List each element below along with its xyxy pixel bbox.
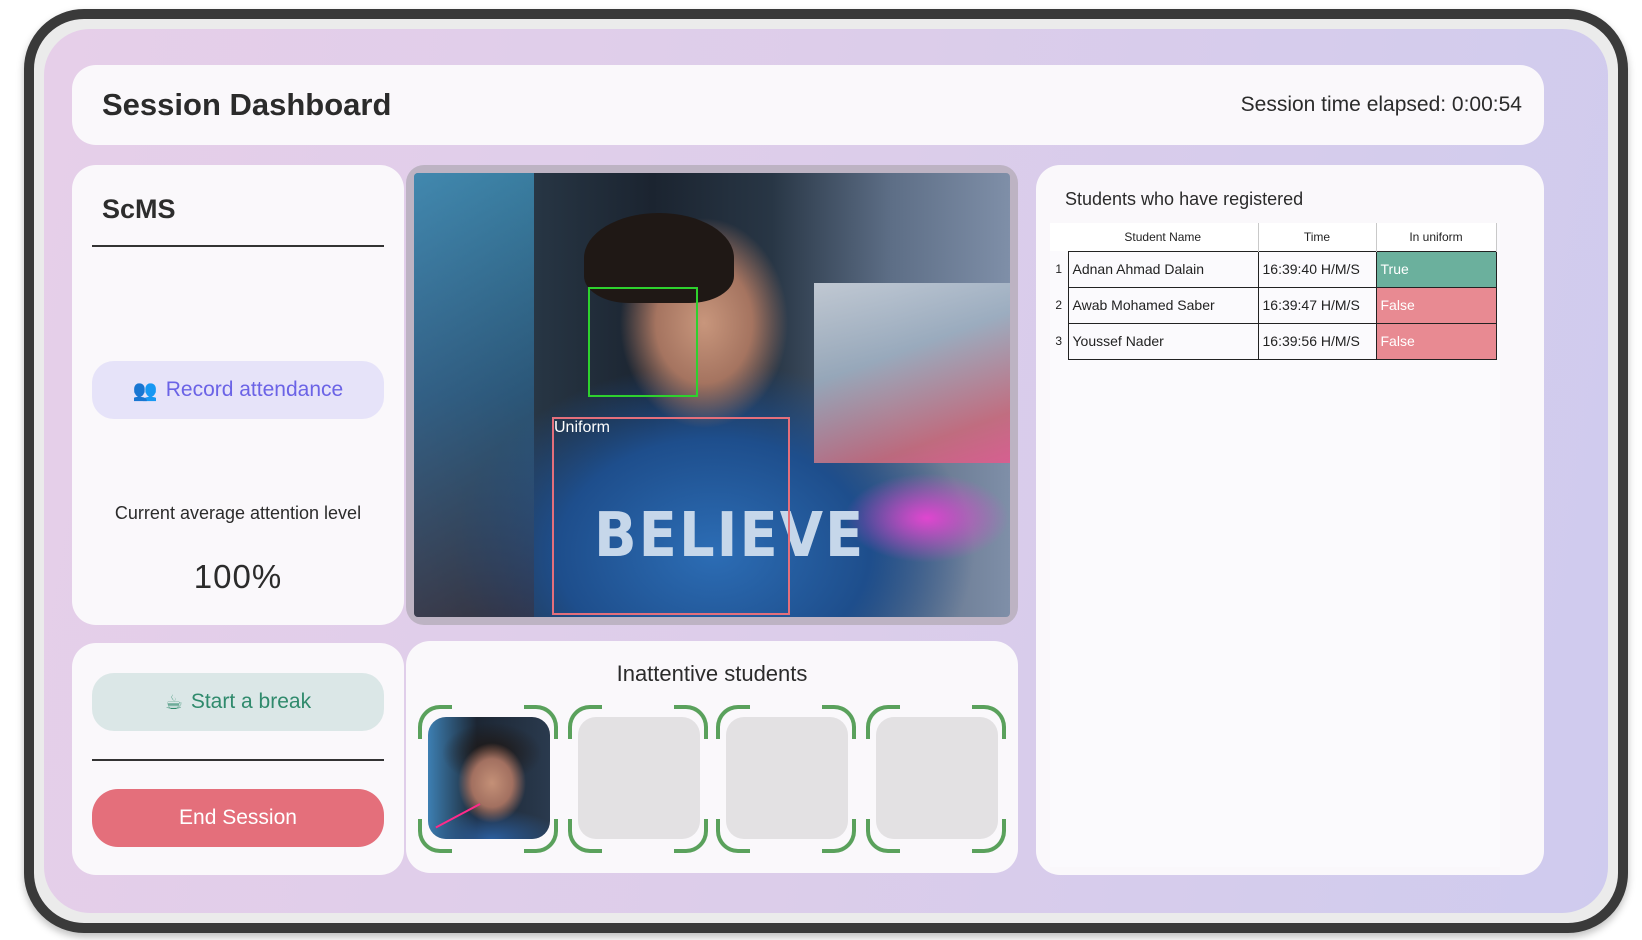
teapot-icon: ☕ [164,690,183,714]
registered-table: Student Name Time In uniform 1 Adnan Ahm… [1050,223,1497,360]
face-detection-box [588,287,698,397]
registered-students-panel: Students who have registered Student Nam… [1036,165,1544,875]
column-header-uniform[interactable]: In uniform [1376,223,1497,251]
empty-thumbnail [726,717,848,839]
empty-thumbnail [578,717,700,839]
student-thumbnail [428,717,550,839]
student-name-cell[interactable]: Awab Mohamed Saber [1067,286,1258,323]
uniform-detection-box [552,417,790,615]
table-row[interactable]: 3 Youssef Nader 16:39:56 H/M/S False [1050,322,1497,360]
student-name-cell[interactable]: Youssef Nader [1067,322,1258,360]
empty-thumbnail [876,717,998,839]
student-face-image [428,717,550,839]
registered-title: Students who have registered [1065,189,1304,209]
inattentive-slot [866,705,1006,853]
session-actions-panel: ☕ Start a break End Session [72,643,404,875]
start-break-button[interactable]: ☕ Start a break [92,673,384,731]
row-index: 2 [1055,298,1063,312]
session-timer: Session time elapsed: 0:00:54 [1240,93,1522,116]
inattentive-slot [568,705,708,853]
uniform-cell[interactable]: False [1375,322,1497,360]
divider [92,759,384,761]
index-header [1050,223,1068,251]
inattentive-title: Inattentive students [616,661,808,686]
uniform-cell[interactable]: True [1375,250,1497,287]
uniform-detection-label: Uniform [554,419,611,436]
attention-label: Current average attention level [114,503,362,523]
app-brand: ScMS [102,194,176,224]
background-glow [844,473,1010,563]
column-header-name[interactable]: Student Name [1068,223,1259,251]
table-row[interactable]: 1 Adnan Ahmad Dalain 16:39:40 H/M/S True [1050,250,1497,287]
record-attendance-button[interactable]: 👥 Record attendance [92,361,384,419]
inattentive-students-panel: Inattentive students [406,641,1018,873]
camera-feed: BELIEVE Uniform [414,173,1010,617]
row-index: 1 [1055,262,1063,276]
page-title: Session Dashboard [102,87,392,122]
divider [92,245,384,247]
device-frame: Session Dashboard Session time elapsed: … [24,9,1628,933]
end-session-button[interactable]: End Session [92,789,384,847]
record-attendance-label: Record attendance [165,378,344,401]
table-header-row: Student Name Time In uniform [1050,223,1497,251]
row-index: 3 [1055,334,1063,348]
student-name-cell[interactable]: Adnan Ahmad Dalain [1067,250,1258,287]
start-break-label: Start a break [190,690,312,713]
header-bar: Session Dashboard Session time elapsed: … [72,65,1544,145]
people-icon: 👥 [132,378,158,402]
control-panel: ScMS 👥 Record attendance Current average… [72,165,404,625]
dashboard-screen: Session Dashboard Session time elapsed: … [44,29,1608,913]
background-monitor [814,283,1010,463]
camera-feed-panel: BELIEVE Uniform [406,165,1018,625]
gaze-direction-line [435,803,481,829]
registered-table-container[interactable]: Student Name Time In uniform 1 Adnan Ahm… [1050,223,1500,867]
uniform-cell[interactable]: False [1375,286,1497,323]
inattentive-slot[interactable] [418,705,558,853]
inattentive-slot [716,705,856,853]
background-light [414,173,534,617]
column-header-time[interactable]: Time [1258,223,1377,251]
attention-value: 100% [193,558,283,595]
time-cell[interactable]: 16:39:47 H/M/S [1257,286,1376,323]
time-cell[interactable]: 16:39:56 H/M/S [1257,322,1376,360]
time-cell[interactable]: 16:39:40 H/M/S [1257,250,1376,287]
table-row[interactable]: 2 Awab Mohamed Saber 16:39:47 H/M/S Fals… [1050,286,1497,323]
